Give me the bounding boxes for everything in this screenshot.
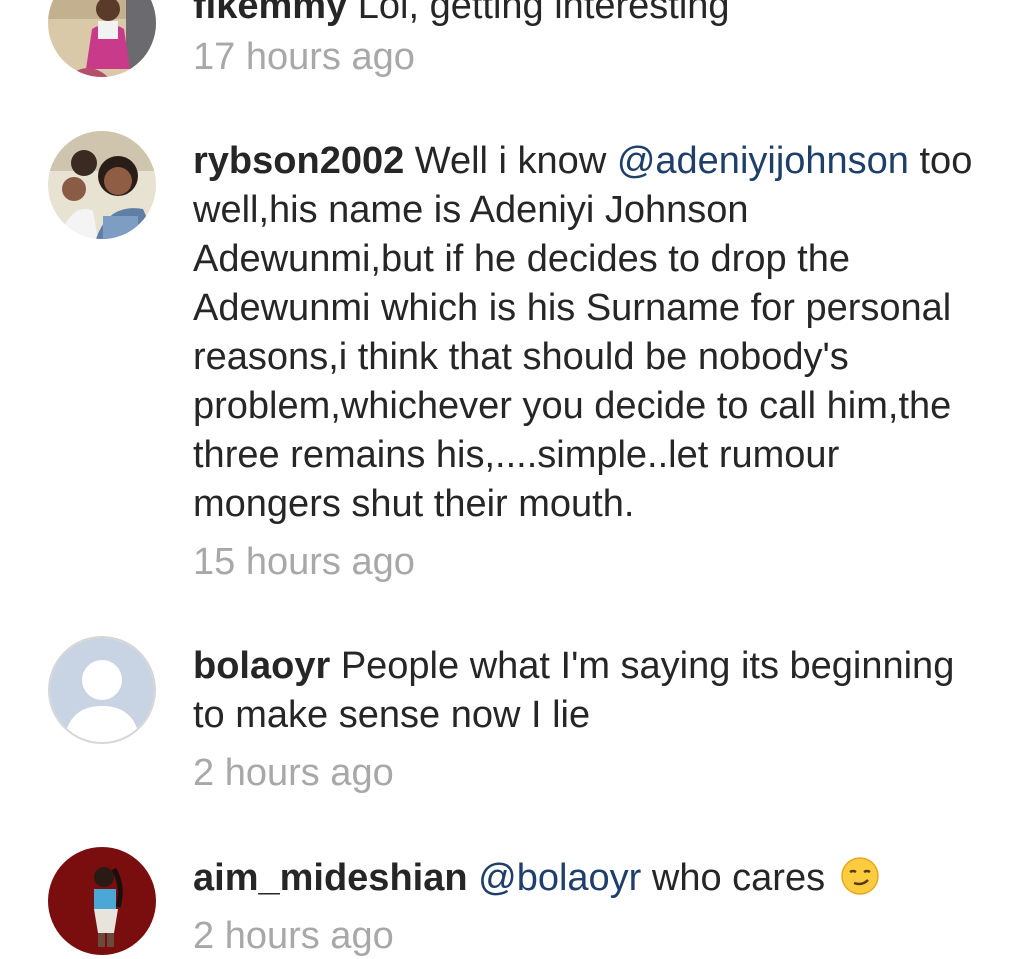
avatar-photo xyxy=(48,847,156,955)
comment-text: bolaoyr People what I'm saying its begin… xyxy=(193,642,993,740)
comment-message: who cares xyxy=(651,857,826,899)
user-avatar[interactable] xyxy=(48,847,156,955)
comment-text: rybson2002 Well i know @adeniyijohnson t… xyxy=(193,137,993,529)
comment-message-rest: too well,his name is Adeniyi Johnson Ade… xyxy=(193,140,973,525)
avatar-photo xyxy=(48,131,156,239)
comment-timestamp: 2 hours ago xyxy=(193,915,394,957)
comment-username[interactable]: aim_mideshian xyxy=(193,857,468,899)
comment-username[interactable]: bolaoyr xyxy=(193,645,330,687)
user-avatar[interactable] xyxy=(48,0,156,77)
smirking-face-emoji xyxy=(840,856,880,896)
comment-text: aim_mideshian @bolaoyr who cares xyxy=(193,854,993,903)
user-avatar[interactable] xyxy=(48,636,156,744)
default-avatar-icon xyxy=(50,638,154,742)
avatar-photo xyxy=(48,0,156,77)
comment-username[interactable]: fikemmy xyxy=(193,0,347,27)
comment-timestamp: 17 hours ago xyxy=(193,36,415,78)
comment-message: Lol, getting interesting xyxy=(357,0,730,27)
comment-timestamp: 15 hours ago xyxy=(193,541,415,583)
comment-username[interactable]: rybson2002 xyxy=(193,140,404,182)
mention-link[interactable]: @adeniyijohnson xyxy=(617,140,909,182)
comment-timestamp: 2 hours ago xyxy=(193,752,394,794)
mention-link[interactable]: @bolaoyr xyxy=(478,857,641,899)
comment-text: fikemmy Lol, getting interesting xyxy=(193,0,993,31)
comment-message-start: Well i know xyxy=(414,140,607,182)
user-avatar[interactable] xyxy=(48,131,156,239)
